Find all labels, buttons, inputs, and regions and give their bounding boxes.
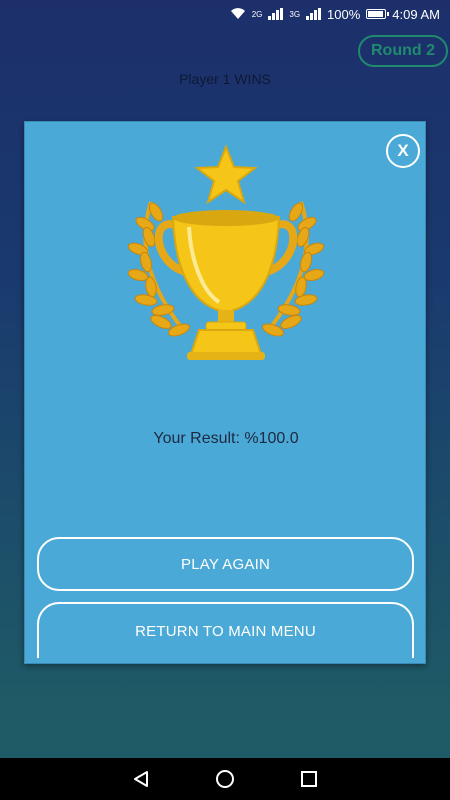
wifi-icon [230,8,245,19]
recents-icon[interactable] [299,769,319,789]
play-again-button[interactable]: PLAY AGAIN [37,537,414,591]
signal-icon-right [306,8,322,20]
battery-percent: 100% [327,6,361,22]
home-icon[interactable] [214,768,236,790]
return-to-main-menu-button[interactable]: RETURN TO MAIN MENU [37,602,414,658]
result-text: Your Result: %100.0 [153,430,299,447]
network-type-right: 3G [289,9,301,19]
battery-icon [366,9,390,19]
clock: 4:09 AM [392,6,440,22]
signal-icon-left [268,8,284,20]
back-icon[interactable] [131,769,151,789]
result-dialog: X Your Result: %100.0 PLAY AGAIN RETURN … [24,121,426,664]
round-badge: Round 2 [358,35,448,67]
winner-text: Player 1 WINS [179,71,271,87]
trophy-icon [127,144,325,360]
status-bar: 2G 3G 100% 4:09 AM [0,0,450,28]
close-button[interactable]: X [386,134,420,168]
network-type-left: 2G [251,9,263,19]
navigation-bar [0,758,450,800]
